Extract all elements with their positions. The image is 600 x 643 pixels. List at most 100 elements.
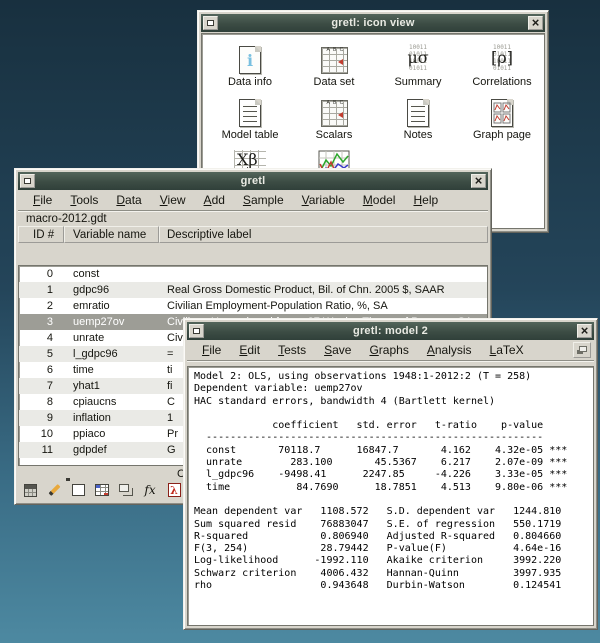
variable-id: 5 <box>19 348 65 360</box>
session-icon-data-info[interactable]: i Data info <box>208 40 292 93</box>
close-icon: × <box>475 176 483 186</box>
variable-id: 3 <box>19 316 65 328</box>
menu-tools[interactable]: Tools <box>61 191 107 209</box>
menu-save[interactable]: Save <box>315 341 360 359</box>
model-menubar: FileEditTestsSaveGraphsAnalysisLaTeX <box>187 340 594 361</box>
close-icon: × <box>581 326 589 336</box>
variable-name: inflation <box>65 412 160 424</box>
menu-view[interactable]: View <box>151 191 195 209</box>
spreadsheet-icon: A B C <box>321 100 348 127</box>
session-icon-label: Notes <box>404 129 433 141</box>
session-button[interactable] <box>117 482 135 499</box>
variable-list-header: ID # Variable name Descriptive label <box>18 226 488 243</box>
variable-name: l_gdpc96 <box>65 348 160 360</box>
window-menu-icon <box>193 328 200 334</box>
close-button[interactable]: × <box>528 16 543 30</box>
function-fx-icon: fx <box>144 483 155 497</box>
variable-row-emratio[interactable]: 2emratioCivilian Employment-Population R… <box>19 298 487 314</box>
variable-id: 0 <box>19 268 65 280</box>
column-header-id[interactable]: ID # <box>18 226 64 243</box>
close-button[interactable]: × <box>577 324 592 338</box>
variable-label: Real Gross Domestic Product, Bil. of Chn… <box>160 284 487 296</box>
window-menu-button[interactable] <box>20 174 35 188</box>
variable-name: emratio <box>65 300 160 312</box>
session-icon-data-set[interactable]: A B CData set <box>292 40 376 93</box>
session-icon-correlations[interactable]: 10011 01011 10011 01011[ρ] Correlations <box>460 40 544 93</box>
main-title: gretl <box>241 175 266 187</box>
spreadsheet-icon: A B C <box>321 47 348 74</box>
main-toolbar: fxλ <box>21 480 183 500</box>
window-menu-icon <box>24 178 31 184</box>
variable-id: 10 <box>19 428 65 440</box>
session-icon <box>119 484 129 492</box>
dataset-grid-button[interactable] <box>93 482 111 499</box>
variable-id: 7 <box>19 380 65 392</box>
console-button[interactable] <box>69 482 87 499</box>
session-icon-notes[interactable]: Notes <box>376 93 460 146</box>
menu-variable[interactable]: Variable <box>293 191 354 209</box>
menu-edit[interactable]: Edit <box>230 341 269 359</box>
calculator-button[interactable] <box>21 482 39 499</box>
variable-id: 1 <box>19 284 65 296</box>
variable-row-const[interactable]: 0const <box>19 266 487 282</box>
menu-graphs[interactable]: Graphs <box>360 341 417 359</box>
column-header-name[interactable]: Variable name <box>64 226 159 243</box>
session-icon-label: Graph page <box>473 129 531 141</box>
model-titlebar[interactable]: gretl: model 2 × <box>187 322 594 340</box>
variable-id: 9 <box>19 412 65 424</box>
session-icon-label: Model table <box>222 129 279 141</box>
main-menubar: FileToolsDataViewAddSampleVariableModelH… <box>18 190 488 211</box>
model-title: gretl: model 2 <box>353 325 428 337</box>
variable-id: 6 <box>19 364 65 376</box>
menu-file[interactable]: File <box>193 341 230 359</box>
model-output-text: Model 2: OLS, using observations 1948:1-… <box>188 367 593 592</box>
window-menu-button[interactable] <box>189 324 204 338</box>
session-icon-graph-page[interactable]: Graph page <box>460 93 544 146</box>
close-icon: × <box>532 18 540 28</box>
variable-id: 8 <box>19 396 65 408</box>
session-icon-label: Data info <box>228 76 272 88</box>
pdf-button[interactable]: λ <box>165 482 183 499</box>
session-icon-model-table[interactable]: Model table <box>208 93 292 146</box>
model-output-area[interactable]: Model 2: OLS, using observations 1948:1-… <box>187 366 594 626</box>
graph-page-icon <box>491 99 513 127</box>
dataset-name: macro-2012.gdt <box>26 213 107 225</box>
variable-name: gdpdef <box>65 444 160 456</box>
session-icon-label: Summary <box>394 76 441 88</box>
window-menu-icon <box>207 20 214 26</box>
menu-data[interactable]: Data <box>107 191 150 209</box>
close-button[interactable]: × <box>471 174 486 188</box>
data-info-icon: i <box>239 46 261 74</box>
variable-row-gdpc96[interactable]: 1gdpc96Real Gross Domestic Product, Bil.… <box>19 282 487 298</box>
icon-view-title: gretl: icon view <box>331 17 414 29</box>
window-menu-button[interactable] <box>203 16 218 30</box>
pencil-button[interactable] <box>45 482 63 499</box>
menu-sample[interactable]: Sample <box>234 191 293 209</box>
icon-view-titlebar[interactable]: gretl: icon view × <box>201 14 545 32</box>
menu-help[interactable]: Help <box>404 191 447 209</box>
detach-window-button[interactable] <box>573 342 591 358</box>
menu-model[interactable]: Model <box>354 191 405 209</box>
variable-id: 11 <box>19 444 65 456</box>
dataset-grid-icon <box>95 484 109 496</box>
menu-file[interactable]: File <box>24 191 61 209</box>
menu-analysis[interactable]: Analysis <box>418 341 481 359</box>
variable-name: gdpc96 <box>65 284 160 296</box>
variable-name: time <box>65 364 160 376</box>
menu-add[interactable]: Add <box>195 191 234 209</box>
menu-tests[interactable]: Tests <box>269 341 315 359</box>
menu-latex[interactable]: LaTeX <box>481 341 533 359</box>
column-header-label[interactable]: Descriptive label <box>159 226 488 243</box>
console-icon <box>72 484 85 496</box>
main-titlebar[interactable]: gretl × <box>18 172 488 190</box>
variable-label: Civilian Employment-Population Ratio, %,… <box>160 300 487 312</box>
summary-icon: 10011 01011 10011 01011μσ <box>403 44 433 74</box>
session-icon-label: Correlations <box>472 76 531 88</box>
correlations-icon: 10011 01011 10011 01011[ρ] <box>487 44 517 74</box>
session-icon-summary[interactable]: 10011 01011 10011 01011μσ Summary <box>376 40 460 93</box>
function-fx-button[interactable]: fx <box>141 482 159 499</box>
notes-icon <box>407 99 429 127</box>
model-table-icon <box>239 99 261 127</box>
session-icon-scalars[interactable]: A B CScalars <box>292 93 376 146</box>
model-window: gretl: model 2 × FileEditTestsSaveGraphs… <box>183 318 598 630</box>
